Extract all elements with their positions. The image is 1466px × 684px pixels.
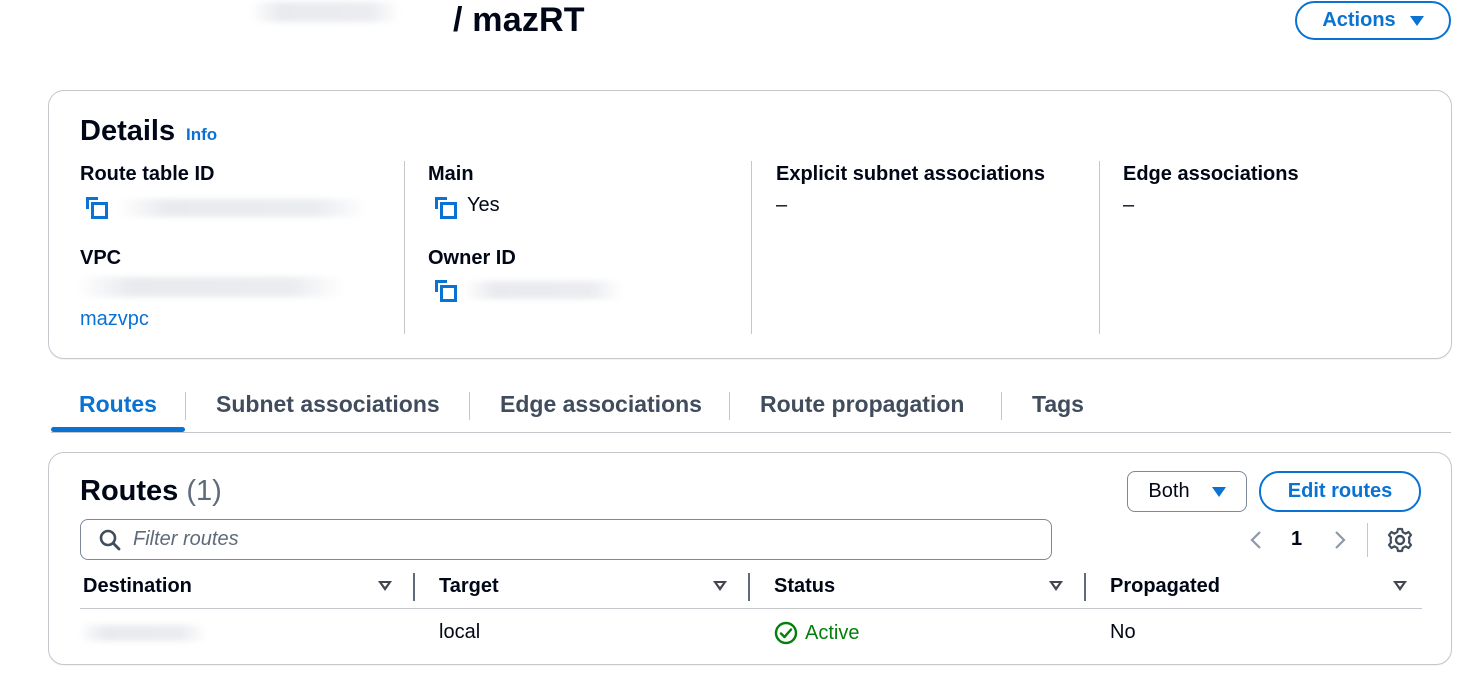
tab-routes[interactable]: Routes [79, 391, 157, 418]
details-heading: Details [80, 115, 176, 147]
routes-title: Routes [80, 475, 179, 507]
edge-associations-label: Edge associations [1123, 163, 1299, 185]
pager-divider [1367, 523, 1368, 557]
tab-tags[interactable]: Tags [1032, 391, 1084, 418]
sort-caret-icon[interactable] [713, 581, 727, 591]
page-title: / mazRT [453, 1, 585, 39]
route-table-id-label: Route table ID [80, 163, 215, 185]
gear-icon[interactable] [1387, 527, 1413, 553]
route-propagated: No [1110, 621, 1136, 643]
caret-down-icon [1409, 15, 1424, 26]
details-panel: Details Info Route table ID VPC mazvpc M… [48, 90, 1452, 359]
status-check-icon [774, 621, 798, 645]
route-status-text: Active [805, 621, 860, 644]
copy-icon[interactable] [433, 278, 459, 304]
vpc-link[interactable]: mazvpc [80, 308, 149, 331]
explicit-subnet-value: – [776, 194, 788, 216]
column-divider [751, 161, 752, 334]
redacted-vpc-id [77, 277, 345, 297]
edit-routes-button[interactable]: Edit routes [1259, 471, 1421, 512]
redacted-owner-id [463, 281, 623, 299]
sort-caret-icon[interactable] [1049, 581, 1063, 591]
redacted-destination [79, 625, 207, 641]
sort-caret-icon[interactable] [1393, 581, 1407, 591]
tab-edge-associations[interactable]: Edge associations [500, 391, 702, 418]
chevron-left-icon[interactable] [1248, 529, 1264, 551]
column-divider [1099, 161, 1100, 334]
tab-divider [469, 392, 470, 420]
tab-divider [185, 392, 186, 420]
column-header-target[interactable]: Target [439, 575, 499, 598]
column-divider [404, 161, 405, 334]
info-link[interactable]: Info [186, 125, 217, 145]
page-number[interactable]: 1 [1291, 528, 1302, 551]
edge-associations-value: – [1123, 194, 1135, 216]
search-icon [99, 529, 121, 551]
redacted-breadcrumb [250, 2, 400, 22]
explicit-subnet-label: Explicit subnet associations [776, 163, 1045, 185]
main-value: Yes [467, 194, 500, 216]
routes-panel: Routes (1) Both Edit routes 1 Destinatio… [48, 452, 1452, 665]
column-header-propagated[interactable]: Propagated [1110, 575, 1220, 598]
filter-routes-field [80, 519, 1052, 560]
column-resizer[interactable] [748, 573, 750, 601]
route-filter-select-value: Both [1148, 480, 1190, 502]
tab-bar: Routes Subnet associations Edge associat… [51, 383, 1451, 433]
column-resizer[interactable] [413, 573, 415, 601]
tab-subnet-associations[interactable]: Subnet associations [216, 391, 440, 418]
route-target: local [439, 621, 481, 643]
column-resizer[interactable] [1084, 573, 1086, 601]
main-label: Main [428, 163, 474, 185]
column-header-destination[interactable]: Destination [83, 575, 192, 598]
copy-icon[interactable] [84, 195, 110, 221]
table-header-divider [80, 608, 1422, 609]
actions-button[interactable]: Actions [1295, 1, 1451, 40]
route-status: Active [774, 621, 859, 645]
tab-divider [1001, 392, 1002, 420]
vpc-label: VPC [80, 247, 122, 269]
routes-count: (1) [186, 475, 222, 507]
active-tab-indicator [51, 427, 185, 432]
sort-caret-icon[interactable] [378, 581, 392, 591]
routes-heading: Routes (1) [80, 475, 222, 508]
tab-route-propagation[interactable]: Route propagation [760, 391, 964, 418]
route-filter-select[interactable]: Both [1127, 471, 1247, 512]
column-header-status[interactable]: Status [774, 575, 835, 598]
tab-divider [729, 392, 730, 420]
chevron-right-icon[interactable] [1332, 529, 1348, 551]
actions-label: Actions [1322, 9, 1396, 31]
copy-icon[interactable] [433, 195, 459, 221]
caret-down-icon [1211, 486, 1226, 497]
owner-id-label: Owner ID [428, 247, 516, 269]
filter-routes-input[interactable] [133, 520, 1033, 559]
redacted-route-table-id [117, 199, 367, 217]
